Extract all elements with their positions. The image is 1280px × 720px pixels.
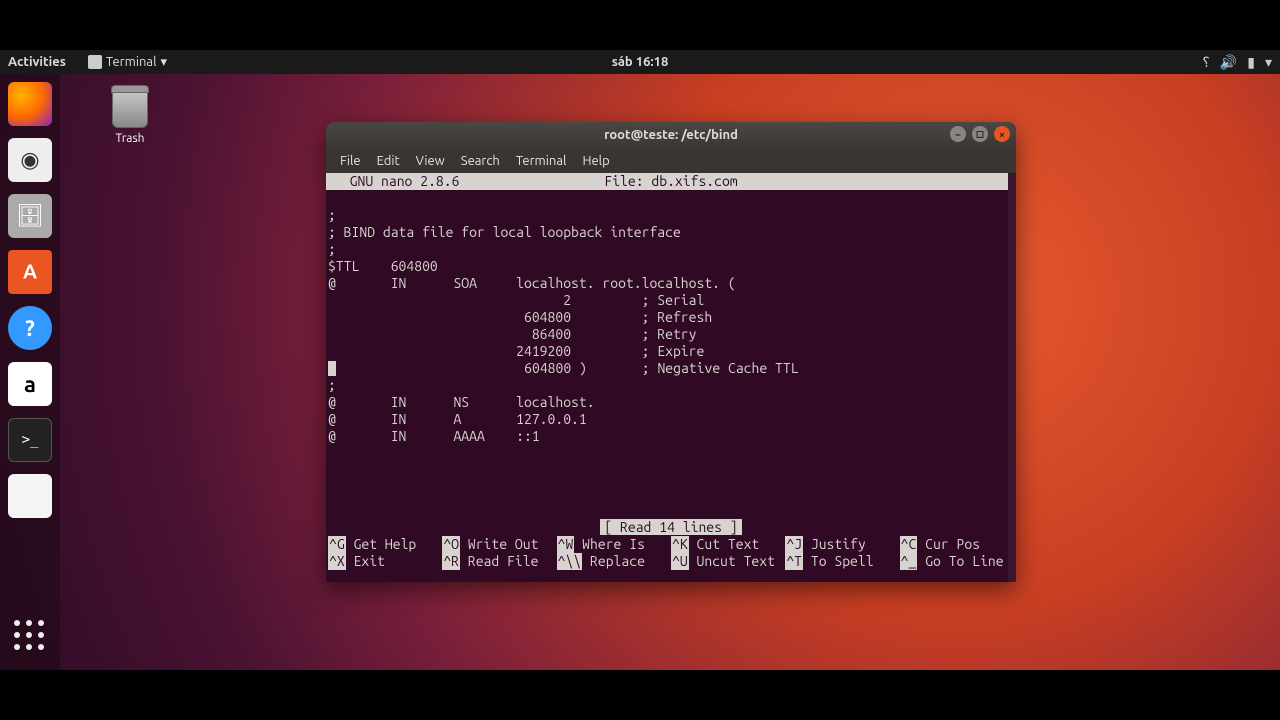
nano-shortcut: ^W Where Is	[557, 536, 671, 553]
libreoffice-icon[interactable]	[8, 474, 52, 518]
nano-shortcut: ^_ Go To Line	[900, 553, 1014, 570]
nano-shortcut: ^\\ Replace	[557, 553, 671, 570]
nano-shortcut: ^U Uncut Text	[671, 553, 785, 570]
trash-icon	[112, 88, 148, 128]
terminal-app-icon[interactable]	[8, 418, 52, 462]
nano-shortcut: ^R Read File	[442, 553, 556, 570]
help-icon[interactable]	[8, 306, 52, 350]
firefox-icon[interactable]	[8, 82, 52, 126]
dock: ◉ 🗄 a	[0, 74, 60, 670]
trash-label: Trash	[100, 132, 160, 145]
terminal-scrollbar[interactable]	[1008, 173, 1016, 582]
gnome-topbar: Activities Terminal ▾ sáb 16:18 ⸮ 🔊 ▮ ▾	[0, 50, 1280, 74]
nano-shortcut: ^C Cur Pos	[900, 536, 1014, 553]
activities-button[interactable]: Activities	[8, 55, 66, 69]
window-titlebar[interactable]: root@teste: /etc/bind – ◻ ×	[326, 122, 1016, 148]
nano-editor-area[interactable]: ;; BIND data file for local loopback int…	[326, 207, 1016, 445]
nano-shortcut: ^G Get Help	[328, 536, 442, 553]
nano-shortcut: ^X Exit	[328, 553, 442, 570]
menu-help[interactable]: Help	[576, 152, 615, 170]
clock[interactable]: sáb 16:18	[612, 55, 669, 69]
nano-shortcut: ^K Cut Text	[671, 536, 785, 553]
terminal-window: root@teste: /etc/bind – ◻ × File Edit Vi…	[326, 122, 1016, 582]
network-icon[interactable]: ⸮	[1202, 54, 1209, 71]
menu-terminal[interactable]: Terminal	[510, 152, 573, 170]
chevron-down-icon[interactable]: ▾	[1265, 54, 1272, 71]
menu-file[interactable]: File	[334, 152, 367, 170]
chevron-down-icon: ▾	[161, 55, 168, 70]
show-applications-button[interactable]	[14, 620, 46, 652]
nano-shortcut: ^O Write Out	[442, 536, 556, 553]
window-title: root@teste: /etc/bind	[604, 128, 738, 142]
menu-search[interactable]: Search	[455, 152, 506, 170]
files-icon[interactable]: 🗄	[8, 194, 52, 238]
terminal-menubar: File Edit View Search Terminal Help	[326, 148, 1016, 173]
nano-status-line: [ Read 14 lines ]	[326, 519, 1016, 536]
amazon-icon[interactable]: a	[8, 362, 52, 406]
nano-shortcut: ^J Justify	[785, 536, 899, 553]
menu-view[interactable]: View	[410, 152, 451, 170]
system-tray[interactable]: ⸮ 🔊 ▮ ▾	[1202, 54, 1272, 71]
app-menu[interactable]: Terminal ▾	[88, 55, 167, 70]
nano-file-label: File: db.xifs.com	[604, 173, 737, 190]
volume-icon[interactable]: 🔊	[1220, 54, 1237, 71]
terminal-body[interactable]: GNU nano 2.8.6 File: db.xifs.com ;; BIND…	[326, 173, 1016, 582]
maximize-button[interactable]: ◻	[972, 126, 988, 142]
battery-icon[interactable]: ▮	[1247, 54, 1255, 71]
close-button[interactable]: ×	[994, 126, 1010, 142]
terminal-small-icon	[88, 55, 102, 69]
menu-edit[interactable]: Edit	[371, 152, 406, 170]
trash-desktop-icon[interactable]: Trash	[100, 88, 160, 145]
app-menu-label: Terminal	[106, 55, 157, 69]
nano-version: GNU nano 2.8.6	[334, 173, 459, 190]
rhythmbox-icon[interactable]: ◉	[8, 138, 52, 182]
nano-header: GNU nano 2.8.6 File: db.xifs.com	[326, 173, 1016, 190]
nano-shortcut-bar: ^G Get Help^O Write Out^W Where Is^K Cut…	[326, 536, 1016, 570]
ubuntu-software-icon[interactable]	[8, 250, 52, 294]
nano-shortcut: ^T To Spell	[785, 553, 899, 570]
minimize-button[interactable]: –	[950, 126, 966, 142]
